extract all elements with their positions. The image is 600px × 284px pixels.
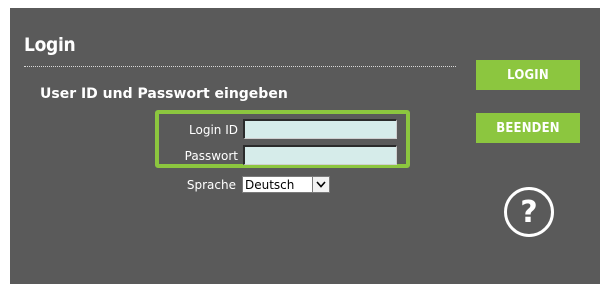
login-instructions: User ID und Passwort eingeben bbox=[40, 86, 288, 102]
password-label: Passwort bbox=[184, 149, 238, 163]
login-id-field[interactable] bbox=[243, 119, 397, 139]
language-select-value: Deutsch bbox=[245, 177, 295, 192]
language-label: Sprache bbox=[186, 178, 236, 192]
password-field[interactable] bbox=[243, 145, 397, 165]
help-glyph: ? bbox=[520, 194, 538, 230]
quit-button[interactable]: BEENDEN bbox=[476, 113, 580, 143]
login-id-label: Login ID bbox=[189, 123, 238, 137]
language-select[interactable]: Deutsch bbox=[242, 176, 330, 193]
page-title: Login bbox=[24, 34, 76, 56]
help-icon[interactable]: ? bbox=[504, 187, 554, 237]
chevron-down-icon[interactable] bbox=[312, 177, 329, 192]
login-button[interactable]: LOGIN bbox=[476, 60, 580, 90]
title-divider bbox=[24, 66, 456, 67]
